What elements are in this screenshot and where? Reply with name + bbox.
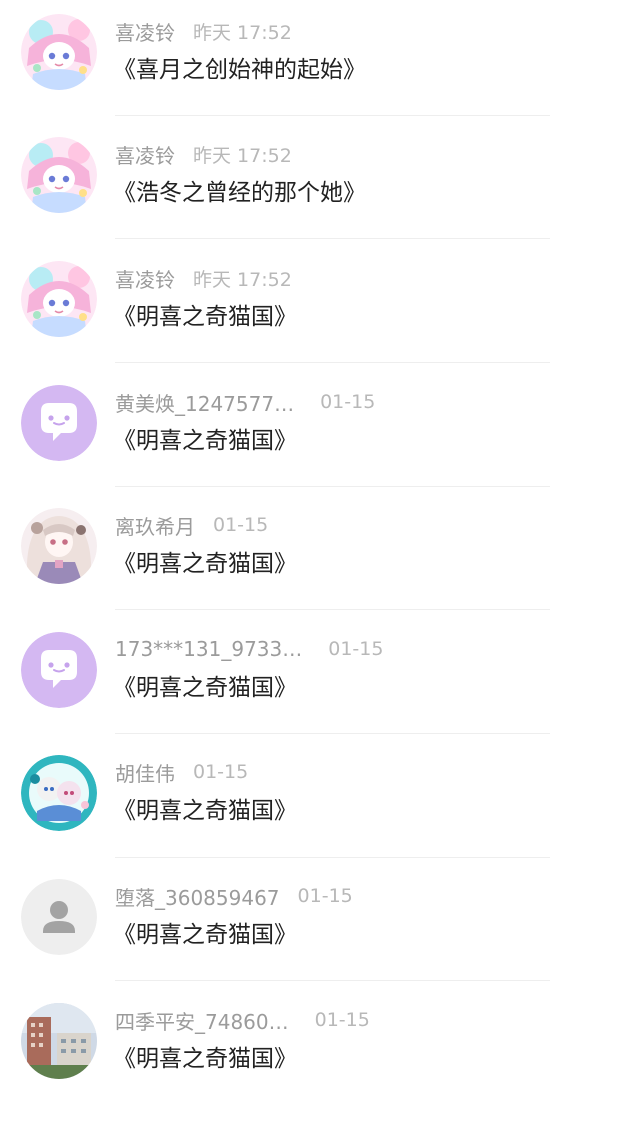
comment-item[interactable]: 胡佳伟 01-15 《明喜之奇猫国》 [0, 755, 640, 878]
username[interactable]: 堕落_360859467 [115, 882, 280, 911]
buildings-photo-avatar[interactable] [21, 1003, 97, 1079]
divider [115, 238, 550, 239]
comment-text: 《明喜之奇猫国》 [113, 798, 297, 824]
divider [115, 115, 550, 116]
divider [115, 486, 550, 487]
username[interactable]: 173***131_9733… [115, 637, 302, 661]
comment-text: 《明喜之奇猫国》 [113, 428, 297, 454]
divider [115, 609, 550, 610]
comment-item[interactable]: 堕落_360859467 01-15 《明喜之奇猫国》 [0, 879, 640, 1002]
chat-bubble-icon[interactable] [21, 385, 97, 461]
timestamp: 昨天 17:52 [193, 268, 292, 291]
timestamp: 01-15 [213, 514, 269, 536]
anime-girl-pink-avatar[interactable] [21, 261, 97, 337]
chat-bubble-icon[interactable] [21, 632, 97, 708]
timestamp: 01-15 [314, 1009, 370, 1031]
comment-text: 《浩冬之曾经的那个她》 [113, 180, 366, 206]
comment-item[interactable]: 四季平安_74860… 01-15 《明喜之奇猫国》 [0, 1003, 640, 1126]
divider [115, 733, 550, 734]
comment-text: 《明喜之奇猫国》 [113, 922, 297, 948]
divider [115, 980, 550, 981]
username[interactable]: 四季平安_74860… [115, 1006, 289, 1035]
anime-pair-teal-avatar[interactable] [21, 755, 97, 831]
comment-text: 《明喜之奇猫国》 [113, 675, 297, 701]
comment-item[interactable]: 喜凌铃 昨天 17:52 《喜月之创始神的起始》 [0, 14, 640, 137]
timestamp: 01-15 [193, 761, 249, 783]
anime-girl-dress-avatar[interactable] [21, 508, 97, 584]
comment-item[interactable]: 离玖希月 01-15 《明喜之奇猫国》 [0, 508, 640, 631]
username[interactable]: 喜凌铃 [115, 264, 175, 293]
comment-item[interactable]: 173***131_9733… 01-15 《明喜之奇猫国》 [0, 632, 640, 755]
anime-girl-pink-avatar[interactable] [21, 137, 97, 213]
comment-text: 《明喜之奇猫国》 [113, 304, 297, 330]
username[interactable]: 喜凌铃 [115, 17, 175, 46]
timestamp: 昨天 17:52 [193, 21, 292, 44]
timestamp: 昨天 17:52 [193, 144, 292, 167]
username[interactable]: 黄美焕_1247577… [115, 388, 294, 417]
timestamp: 01-15 [320, 391, 376, 413]
default-person-icon[interactable] [21, 879, 97, 955]
comment-item[interactable]: 黄美焕_1247577… 01-15 《明喜之奇猫国》 [0, 385, 640, 508]
divider [115, 362, 550, 363]
comment-text: 《明喜之奇猫国》 [113, 1046, 297, 1072]
comment-text: 《喜月之创始神的起始》 [113, 57, 366, 83]
comment-item[interactable]: 喜凌铃 昨天 17:52 《浩冬之曾经的那个她》 [0, 137, 640, 260]
comment-text: 《明喜之奇猫国》 [113, 551, 297, 577]
anime-girl-pink-avatar[interactable] [21, 14, 97, 90]
username[interactable]: 胡佳伟 [115, 758, 175, 787]
username[interactable]: 离玖希月 [115, 511, 195, 540]
timestamp: 01-15 [297, 885, 353, 907]
timestamp: 01-15 [328, 638, 384, 660]
divider [115, 857, 550, 858]
comment-item[interactable]: 喜凌铃 昨天 17:52 《明喜之奇猫国》 [0, 261, 640, 384]
username[interactable]: 喜凌铃 [115, 140, 175, 169]
